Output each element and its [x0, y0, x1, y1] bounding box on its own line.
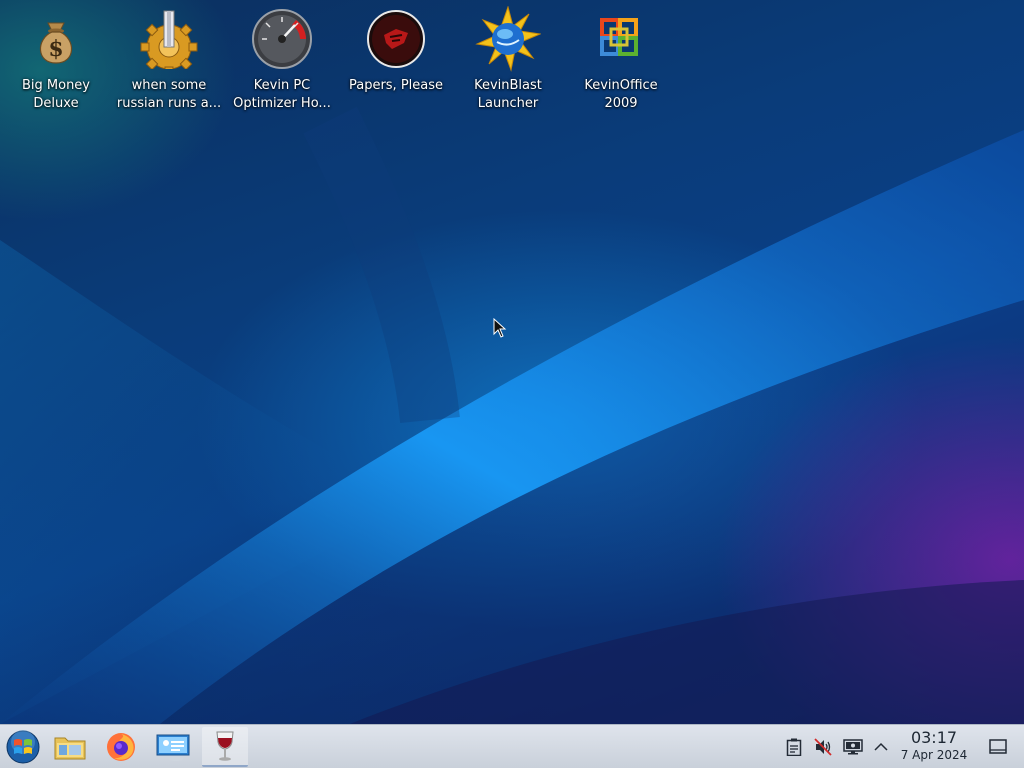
firefox-icon: [107, 733, 135, 761]
gear-icon: [136, 6, 202, 72]
clipboard-tray-button[interactable]: [784, 737, 804, 757]
speedometer-icon: [249, 6, 315, 72]
office-logo-icon: [588, 6, 654, 72]
papers-please-icon: [363, 6, 429, 72]
desktop-icon-label: Papers, Please: [348, 78, 444, 93]
desktop[interactable]: $ Big Money Deluxe when some russian run…: [0, 0, 1024, 724]
money-bag-icon: $: [23, 6, 89, 72]
clock-time: 03:17: [910, 728, 958, 747]
muted-speaker-icon: [814, 738, 832, 756]
desktop-icon-kevinblast-launcher[interactable]: KevinBlast Launcher: [452, 6, 564, 113]
desktop-icon-label: KevinBlast Launcher: [474, 78, 542, 111]
svg-text:$: $: [48, 36, 63, 62]
firefox-launcher[interactable]: [98, 727, 144, 767]
start-menu-button[interactable]: [0, 727, 46, 767]
monitor-user-icon: [156, 734, 190, 761]
desktop-icon-papers-please[interactable]: Papers, Please: [340, 6, 452, 95]
windows-orb-icon: [6, 730, 40, 764]
volume-tray-button[interactable]: [813, 737, 833, 757]
desktop-icon-label: when some russian runs a...: [116, 78, 222, 111]
desktop-icon-kevinoffice-2009[interactable]: KevinOffice 2009: [565, 6, 677, 113]
desktop-icon-label: Big Money Deluxe: [21, 78, 90, 111]
desktop-icon-label: Kevin PC Optimizer Ho...: [233, 78, 331, 111]
network-tray-button[interactable]: [843, 737, 863, 757]
mouse-cursor-icon: [493, 318, 507, 338]
desktop-icon-russian-runs[interactable]: when some russian runs a...: [113, 6, 225, 113]
display-network-icon: [843, 739, 863, 755]
show-desktop-button[interactable]: [988, 737, 1008, 757]
wine-glass-icon: [216, 731, 234, 761]
show-desktop-icon: [989, 739, 1007, 754]
taskbar: 03:17 7 Apr 2024: [0, 724, 1024, 768]
digital-clock[interactable]: 03:17 7 Apr 2024: [896, 728, 972, 762]
clipboard-icon: [786, 738, 802, 756]
desktop-icon-big-money-deluxe[interactable]: $ Big Money Deluxe: [0, 6, 112, 113]
remote-desktop-launcher[interactable]: [150, 727, 196, 767]
clock-date: 7 Apr 2024: [900, 748, 968, 762]
file-manager-launcher[interactable]: [47, 727, 93, 767]
tray-expand-button[interactable]: [871, 737, 891, 757]
desktop-icon-label: KevinOffice 2009: [584, 78, 658, 111]
desktop-icon-kevin-pc-optimizer[interactable]: Kevin PC Optimizer Ho...: [226, 6, 338, 113]
folder-icon: [54, 737, 86, 760]
globe-burst-icon: [475, 6, 541, 72]
chevron-up-icon: [874, 742, 888, 751]
wine-launcher[interactable]: [202, 727, 248, 767]
